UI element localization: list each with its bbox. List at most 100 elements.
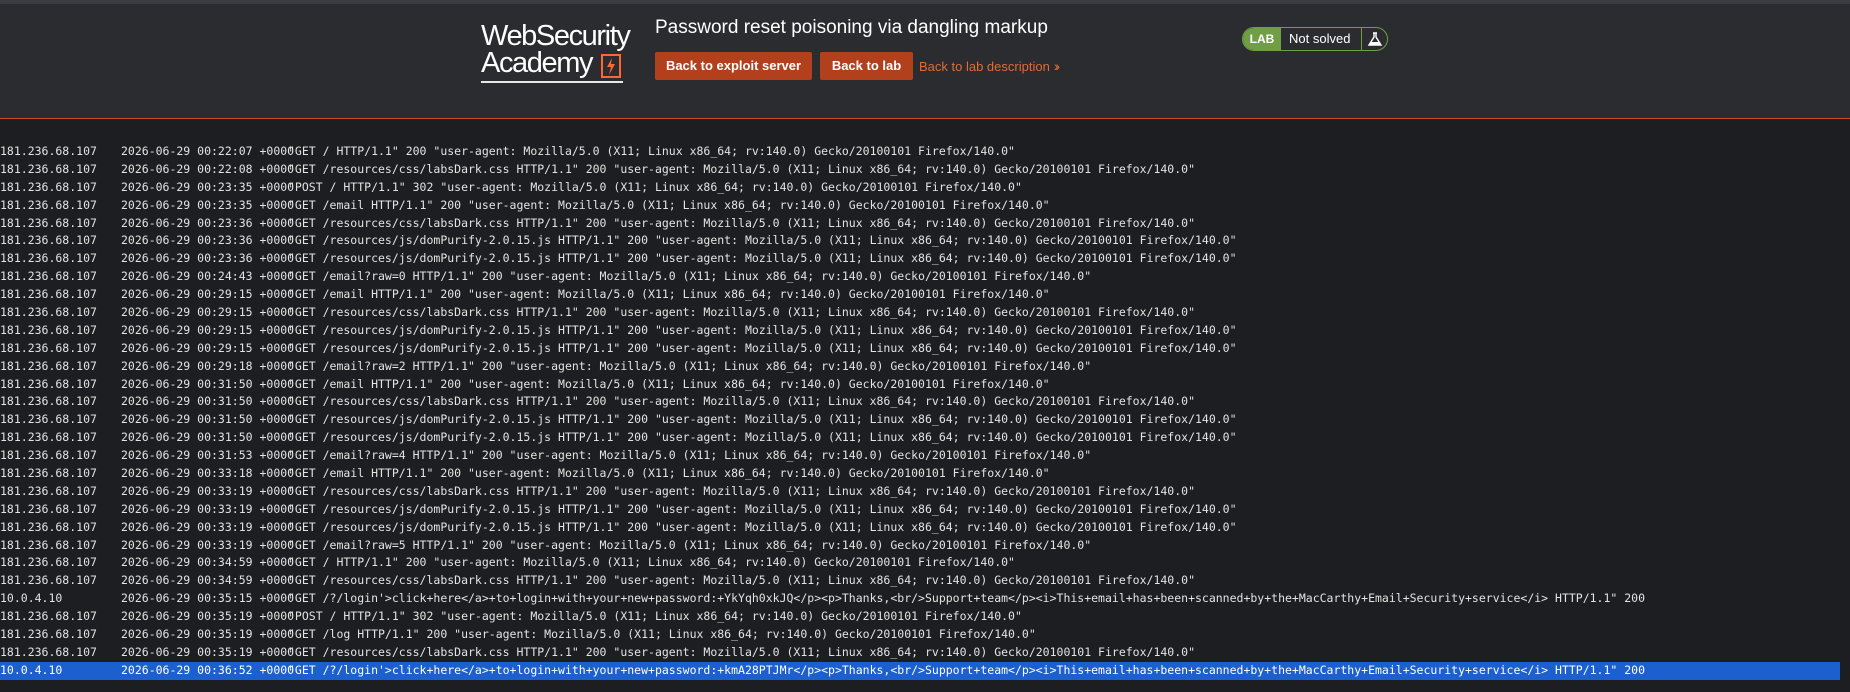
log-timestamp: 2026-06-29 00:22:08 +0000 (121, 161, 295, 176)
log-ip: 181.236.68.107 (0, 340, 97, 355)
log-ip: 181.236.68.107 (0, 269, 97, 284)
log-timestamp: 2026-06-29 00:35:15 +0000 (121, 591, 295, 606)
log-ip: 181.236.68.107 (0, 501, 97, 516)
log-request: "GET /resources/js/domPurify-2.0.15.js H… (288, 501, 1237, 516)
log-row: 181.236.68.107 2026-06-29 00:33:18 +0000"… (0, 465, 1850, 483)
log-row: 181.236.68.107 2026-06-29 00:35:19 +0000"… (0, 626, 1850, 644)
log-row: 181.236.68.107 2026-06-29 00:33:19 +0000"… (0, 519, 1850, 537)
log-ip: 181.236.68.107 (0, 555, 97, 570)
log-row: 181.236.68.107 2026-06-29 00:29:15 +0000"… (0, 286, 1850, 304)
lab-badge: LAB (1243, 28, 1281, 50)
double-chevron-right-icon: ›› (1053, 58, 1061, 74)
log-row: 181.236.68.107 2026-06-29 00:23:36 +0000"… (0, 232, 1850, 250)
log-ip: 181.236.68.107 (0, 448, 97, 463)
log-ip: 181.236.68.107 (0, 305, 97, 320)
log-row: 181.236.68.107 2026-06-29 00:34:59 +0000"… (0, 554, 1850, 572)
log-timestamp: 2026-06-29 00:29:15 +0000 (121, 287, 295, 302)
log-row: 181.236.68.107 2026-06-29 00:22:07 +0000"… (0, 143, 1850, 161)
log-row: 181.236.68.107 2026-06-29 00:31:50 +0000"… (0, 429, 1850, 447)
access-log: 181.236.68.107 2026-06-29 00:22:07 +0000 "… (0, 143, 1850, 680)
log-timestamp: 2026-06-29 00:33:19 +0000 (121, 483, 295, 498)
lab-status-widget: LAB Not solved (1242, 27, 1388, 51)
log-request: "GET /resources/css/labsDark.css HTTP/1.… (288, 573, 1195, 588)
back-to-exploit-server-button[interactable]: Back to exploit server (655, 52, 812, 80)
log-timestamp: 2026-06-29 00:34:59 +0000 (121, 555, 295, 570)
log-timestamp: 2026-06-29 00:35:19 +0000 (121, 609, 295, 624)
log-ip: 181.236.68.107 (0, 233, 97, 248)
log-request: "GET /resources/css/labsDark.css HTTP/1.… (288, 161, 1195, 176)
log-request: "GET / HTTP/1.1" 200 "user-agent: Mozill… (288, 555, 1015, 570)
log-row: 181.236.68.107 2026-06-29 00:23:36 +0000"… (0, 215, 1850, 233)
log-timestamp: 2026-06-29 00:33:19 +0000 (121, 519, 295, 534)
log-ip: 181.236.68.107 (0, 251, 97, 266)
log-row: 181.236.68.107 2026-06-29 00:22:08 +0000"… (0, 161, 1850, 179)
log-row: 10.0.4.10 2026-06-29 00:35:15 +0000"GET /… (0, 590, 1850, 608)
lab-title: Password reset poisoning via dangling ma… (655, 17, 1048, 38)
log-request: "GET /log HTTP/1.1" 200 "user-agent: Moz… (288, 627, 1036, 642)
log-row: 181.236.68.107 2026-06-29 00:31:53 +0000"… (0, 447, 1850, 465)
log-ip: 181.236.68.107 (0, 376, 97, 391)
back-to-lab-description-label: Back to lab description (919, 59, 1050, 74)
logo-underline (481, 81, 623, 83)
log-row: 181.236.68.107 2026-06-29 00:34:59 +0000"… (0, 572, 1850, 590)
back-to-lab-description-link[interactable]: Back to lab description ›› (919, 52, 1061, 80)
log-row: 181.236.68.107 2026-06-29 00:29:18 +0000"… (0, 358, 1850, 376)
log-ip: 181.236.68.107 (0, 179, 97, 194)
log-ip: 181.236.68.107 (0, 358, 97, 373)
log-timestamp: 2026-06-29 00:31:53 +0000 (121, 448, 295, 463)
log-ip: 181.236.68.107 (0, 144, 97, 158)
log-request: "GET /resources/js/domPurify-2.0.15.js H… (288, 412, 1237, 427)
log-request: "POST / HTTP/1.1" 302 "user-agent: Mozil… (288, 179, 1022, 194)
log-request: "GET /email HTTP/1.1" 200 "user-agent: M… (288, 287, 1050, 302)
log-request: "GET /email HTTP/1.1" 200 "user-agent: M… (288, 376, 1050, 391)
log-ip: 181.236.68.107 (0, 483, 97, 498)
log-request: "GET /resources/css/labsDark.css HTTP/1.… (288, 644, 1195, 659)
log-row: 181.236.68.107 2026-06-29 00:23:35 +0000"… (0, 179, 1850, 197)
log-request: "GET /resources/css/labsDark.css HTTP/1.… (288, 394, 1195, 409)
log-row: 181.236.68.107 2026-06-29 00:31:50 +0000"… (0, 393, 1850, 411)
log-row: 181.236.68.107 2026-06-29 00:31:50 +0000"… (0, 411, 1850, 429)
log-row: 181.236.68.107 2026-06-29 00:35:19 +0000"… (0, 608, 1850, 626)
log-request: "GET /?/login'>click+here</a>+to+login+w… (288, 591, 1646, 606)
log-request: "GET /resources/js/domPurify-2.0.15.js H… (288, 340, 1237, 355)
log-request: "GET /email?raw=4 HTTP/1.1" 200 "user-ag… (288, 448, 1092, 463)
log-timestamp: 2026-06-29 00:23:36 +0000 (121, 233, 295, 248)
log-request: "GET /email?raw=2 HTTP/1.1" 200 "user-ag… (288, 358, 1092, 373)
log-timestamp: 2026-06-29 00:31:50 +0000 (121, 376, 295, 391)
academy-logo[interactable]: WebSecurity Academy (481, 20, 641, 84)
log-row: 181.236.68.107 2026-06-29 00:23:35 +0000"… (0, 197, 1850, 215)
log-timestamp: 2026-06-29 00:23:36 +0000 (121, 215, 295, 230)
lab-status-text: Not solved (1289, 31, 1351, 46)
log-request: "GET /resources/js/domPurify-2.0.15.js H… (288, 519, 1237, 534)
log-request: "GET /resources/css/labsDark.css HTTP/1.… (288, 483, 1195, 498)
log-timestamp: 2026-06-29 00:29:15 +0000 (121, 305, 295, 320)
log-ip: 181.236.68.107 (0, 215, 97, 230)
log-ip: 181.236.68.107 (0, 412, 97, 427)
log-request: "GET /resources/js/domPurify-2.0.15.js H… (288, 251, 1237, 266)
log-row: 181.236.68.107 2026-06-29 00:29:15 +0000"… (0, 322, 1850, 340)
log-row: 181.236.68.107 2026-06-29 00:29:15 +0000"… (0, 340, 1850, 358)
log-timestamp: 2026-06-29 00:34:59 +0000 (121, 573, 295, 588)
log-ip: 181.236.68.107 (0, 322, 97, 337)
log-ip: 181.236.68.107 (0, 430, 97, 445)
log-timestamp: 2026-06-29 00:22:07 +0000 (121, 144, 295, 158)
log-row: 181.236.68.107 2026-06-29 00:29:15 +0000"… (0, 304, 1850, 322)
log-row: 181.236.68.107 2026-06-29 00:31:50 +0000"… (0, 376, 1850, 394)
log-row: 181.236.68.107 2026-06-29 00:33:19 +0000"… (0, 483, 1850, 501)
log-timestamp: 2026-06-29 00:35:19 +0000 (121, 627, 295, 642)
log-timestamp: 2026-06-29 00:29:15 +0000 (121, 340, 295, 355)
log-timestamp: 2026-06-29 00:33:18 +0000 (121, 466, 295, 481)
log-request: "POST / HTTP/1.1" 302 "user-agent: Mozil… (288, 609, 1022, 624)
log-request: "GET /email HTTP/1.1" 200 "user-agent: M… (288, 466, 1050, 481)
back-to-lab-button[interactable]: Back to lab (820, 52, 913, 80)
log-ip: 181.236.68.107 (0, 627, 97, 642)
log-request: "GET /email?raw=5 HTTP/1.1" 200 "user-ag… (288, 537, 1092, 552)
log-ip: 181.236.68.107 (0, 644, 97, 659)
log-timestamp: 2026-06-29 00:24:43 +0000 (121, 269, 295, 284)
log-row: 10.0.4.10 2026-06-29 00:36:52 +0000"GET /… (0, 661, 1840, 680)
log-row: 181.236.68.107 2026-06-29 00:35:19 +0000"… (0, 644, 1850, 662)
log-request: "GET /email?raw=0 HTTP/1.1" 200 "user-ag… (288, 269, 1092, 284)
log-ip: 181.236.68.107 (0, 609, 97, 624)
log-row: 181.236.68.107 2026-06-29 00:24:43 +0000"… (0, 268, 1850, 286)
log-timestamp: 2026-06-29 00:29:15 +0000 (121, 322, 295, 337)
